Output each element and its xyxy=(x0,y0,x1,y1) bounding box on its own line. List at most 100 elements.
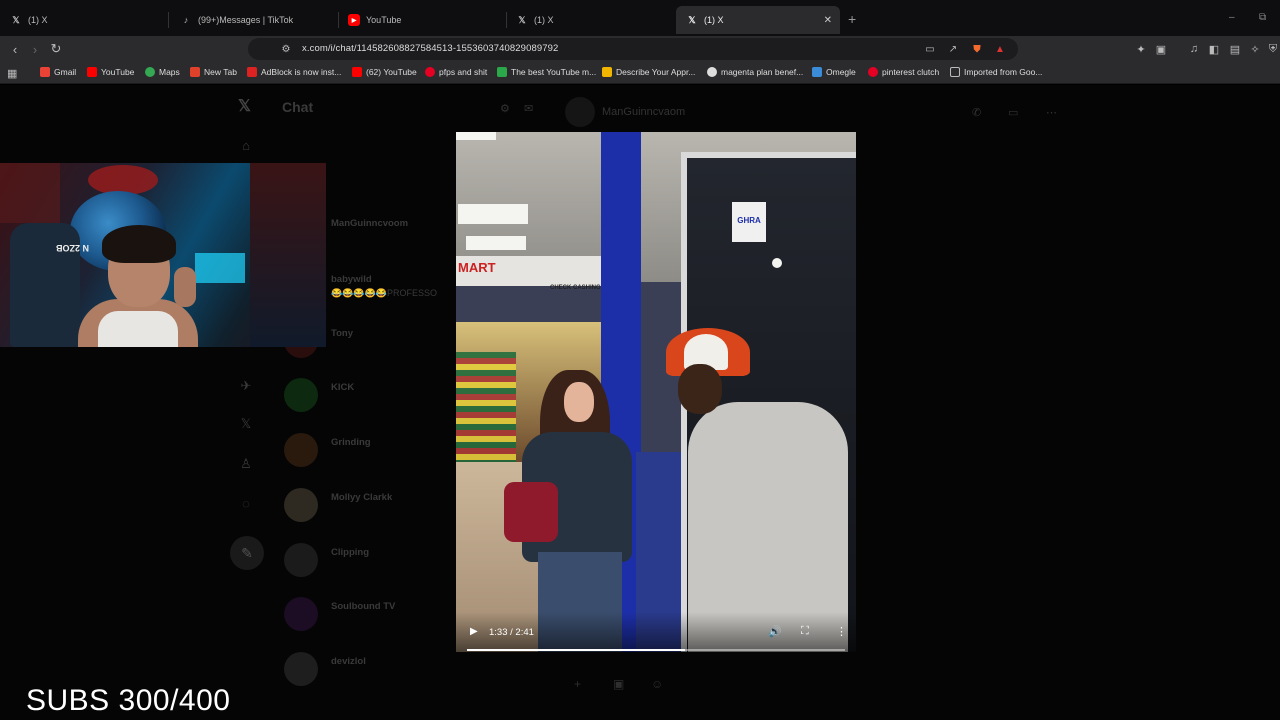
pinterest-icon xyxy=(425,67,435,77)
conversation-name: ManGuinncvaom xyxy=(602,106,686,118)
bookmark-label: pinterest clutch xyxy=(882,67,940,77)
forward-icon[interactable]: › xyxy=(27,41,43,57)
bookmark-pfps[interactable]: pfps and shit xyxy=(425,67,487,77)
adblock-icon xyxy=(247,67,257,77)
chat-list-item[interactable]: Mollyy Clarkk xyxy=(284,488,444,528)
volume-icon[interactable]: 🔊 xyxy=(768,625,782,638)
progress-fill xyxy=(467,649,686,651)
bookmark-youtube-62[interactable]: (62) YouTube xyxy=(352,67,417,77)
chat-name: babywild xyxy=(331,274,372,285)
video-player[interactable]: MART CHECK CASHING GHRA ▶ 1:33 / 2:41 🔊 … xyxy=(456,132,856,652)
profile-icon[interactable]: ♙ xyxy=(238,456,254,472)
play-icon[interactable]: ▶ xyxy=(470,626,478,637)
streamer-webcam: N 2ZOB xyxy=(0,163,326,347)
wallet-icon[interactable]: ▤ xyxy=(1228,42,1242,56)
emoji-icon[interactable]: ☺ xyxy=(651,677,663,691)
new-message-icon[interactable]: ✉ xyxy=(524,102,533,115)
chat-list-item[interactable]: Grinding xyxy=(284,433,444,473)
bookmark-magenta[interactable]: magenta plan benef... xyxy=(707,67,803,77)
bookmark-maps[interactable]: Maps xyxy=(145,67,180,77)
tab-strip: 𝕏 (1) X ♪ (99+)Messages | TikTok ▶ YouTu… xyxy=(0,0,1280,36)
extensions-icon[interactable]: ✦ xyxy=(1134,42,1148,56)
tab-x-active[interactable]: 𝕏 (1) X ✕ xyxy=(676,6,840,34)
x-logo-icon: 𝕏 xyxy=(518,14,526,25)
add-attachment-icon[interactable]: + xyxy=(574,677,581,691)
youtube-icon xyxy=(352,67,362,77)
more-icon[interactable]: ◌ xyxy=(238,496,254,512)
back-icon[interactable]: ‹ xyxy=(7,41,23,57)
fullscreen-icon[interactable]: ⛶ xyxy=(801,625,809,638)
tab-label: (1) X xyxy=(28,15,48,25)
sidebar-toggle-icon[interactable]: ◧ xyxy=(1207,42,1221,56)
chat-list-item[interactable]: Clipping xyxy=(284,543,444,583)
bookmark-label: New Tab xyxy=(204,67,237,77)
premium-x-icon[interactable]: 𝕏 xyxy=(238,416,254,432)
conversation-avatar xyxy=(565,97,595,127)
navigation-bar: ‹ › ↻ ⚐ ⚙ x.com/i/chat/1145826088275845​… xyxy=(0,36,1280,62)
tank-top xyxy=(98,311,178,347)
restore-icon[interactable]: ⧉ xyxy=(1259,12,1266,23)
chat-title: Chat xyxy=(282,99,314,115)
bookmark-label: The best YouTube m... xyxy=(511,67,597,77)
brave-rewards-icon[interactable]: ▲ xyxy=(992,41,1008,57)
site-info-icon[interactable]: ⚙ xyxy=(278,41,294,57)
more-options-icon[interactable]: ⋯ xyxy=(1046,106,1057,119)
more-vertical-icon[interactable]: ⋮ xyxy=(836,625,847,638)
avatar xyxy=(284,597,318,631)
bookmark-gmail[interactable]: Gmail xyxy=(40,67,76,77)
bookmark-youtube[interactable]: YouTube xyxy=(87,67,134,77)
bookmark-youtube-m[interactable]: The best YouTube m... xyxy=(497,67,596,77)
apps-grid-icon[interactable]: ▦ xyxy=(7,67,17,80)
sidebar-panel-icon[interactable]: ▣ xyxy=(1154,42,1168,56)
minimize-icon[interactable]: – xyxy=(1229,12,1235,23)
bookmark-adblock[interactable]: AdBlock is now inst... xyxy=(247,67,341,77)
bookmark-label: Describe Your Appr... xyxy=(616,67,696,77)
post-button[interactable]: ✎ xyxy=(230,536,264,570)
bookmark-label: AdBlock is now inst... xyxy=(261,67,342,77)
address-bar[interactable]: ⚙ x.com/i/chat/1145826088275845​13-15536… xyxy=(248,38,1018,60)
tab-tiktok[interactable]: ♪ (99+)Messages | TikTok xyxy=(170,6,338,34)
grok-icon[interactable]: ✈ xyxy=(238,378,254,394)
settings-icon[interactable]: ⚙ xyxy=(500,102,510,115)
home-icon[interactable]: ⌂ xyxy=(238,138,254,154)
progress-bar[interactable] xyxy=(467,649,845,651)
bookmark-label: pfps and shit xyxy=(439,67,488,77)
wall-poster xyxy=(0,163,60,223)
bookmark-new-tab[interactable]: New Tab xyxy=(190,67,237,77)
video-call-icon[interactable]: ▭ xyxy=(1008,106,1018,119)
chat-name: KICK xyxy=(331,382,355,393)
bookmark-describe[interactable]: Describe Your Appr... xyxy=(602,67,695,77)
bookmark-label: Maps xyxy=(159,67,180,77)
streamer-hair xyxy=(102,225,176,263)
close-tab-icon[interactable]: ✕ xyxy=(824,15,832,26)
shelf xyxy=(250,163,326,347)
chat-list-item[interactable]: devizlol xyxy=(284,652,444,692)
media-icon[interactable]: ♫ xyxy=(1187,42,1201,56)
chat-name: Mollyy Clarkk xyxy=(331,492,393,503)
chat-name: Clipping xyxy=(331,547,369,558)
tab-youtube[interactable]: ▶ YouTube xyxy=(338,6,506,34)
streamer xyxy=(58,225,208,347)
street-light xyxy=(772,258,782,268)
vpn-icon[interactable]: ⛨ xyxy=(1266,42,1280,56)
call-icon[interactable]: ✆ xyxy=(972,106,981,119)
handbag xyxy=(504,482,558,542)
new-tab-button[interactable]: + xyxy=(848,11,856,27)
bookmark-imported-folder[interactable]: Imported from Goo... xyxy=(950,67,1042,77)
x-logo-icon[interactable]: 𝕏 xyxy=(238,96,251,116)
tab-x-2[interactable]: 𝕏 (1) X xyxy=(506,6,674,34)
brave-shield-icon[interactable]: ⛊ xyxy=(969,41,985,57)
chat-list-item[interactable]: Soulbound TV xyxy=(284,597,444,637)
bookmark-label: Gmail xyxy=(54,67,77,77)
x-logo-icon: 𝕏 xyxy=(12,14,20,25)
cast-icon[interactable]: ▭ xyxy=(922,41,938,57)
tab-x-1[interactable]: 𝕏 (1) X xyxy=(0,6,168,34)
leo-ai-icon[interactable]: ✧ xyxy=(1248,42,1262,56)
reload-icon[interactable]: ↻ xyxy=(48,41,64,57)
chat-list-item[interactable]: KICK xyxy=(284,378,444,418)
share-icon[interactable]: ↗ xyxy=(945,41,961,57)
bookmark-pinterest[interactable]: pinterest clutch xyxy=(868,67,939,77)
image-icon[interactable]: ▣ xyxy=(613,677,624,691)
gmail-icon xyxy=(40,67,50,77)
bookmark-omegle[interactable]: Omegle xyxy=(812,67,856,77)
